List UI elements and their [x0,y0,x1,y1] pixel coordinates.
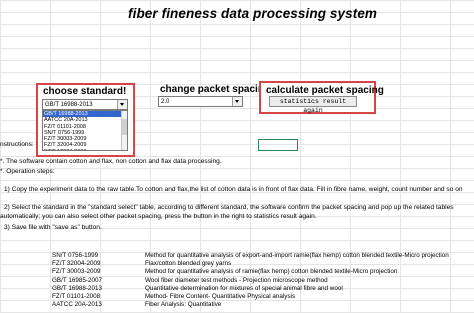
standard-code: GB/T 16988-2013 [52,284,102,292]
standard-description: Quantitative determination for mixtures … [145,284,343,292]
listbox-scrollbar[interactable] [121,111,127,150]
standard-description: Wool fiber diameter test methods - Proje… [145,276,328,284]
standard-select[interactable]: GB/T 16988-2013 [42,99,128,110]
packet-spacing-value: 2.0 [161,99,170,105]
standard-panel: choose standard! GB/T 16988-2013 GB/T 16… [36,83,135,157]
chevron-down-icon[interactable] [232,97,242,106]
standard-option[interactable]: FZ/T 12024-2009 [43,149,127,150]
instruction-step-3: 3) Save file with "save as" button. [4,224,102,231]
chevron-down-icon[interactable] [117,100,127,109]
instruction-line-2: *. Operation steps: [0,168,55,175]
packet-spacing-select[interactable]: 2.0 [158,96,243,107]
standard-description: Fiber Analysis: Quantitative [145,301,222,309]
standard-listbox[interactable]: GB/T 16988-2013 AATCC 20A-2013 FZ/T 01101-… [42,110,128,151]
scrollbar-thumb[interactable] [122,119,127,135]
standard-code: FZ/T 32004-2009 [52,260,101,268]
calculate-panel: calculate packet spacing statistics resu… [259,81,384,114]
standard-code: FZ/T 30003-2009 [52,268,101,276]
calculate-header: calculate packet spacing [266,85,384,96]
statistics-again-button[interactable]: statistics result again [269,96,357,114]
instruction-line-1: *. The software contain cotton and flax,… [0,158,222,165]
instruction-step-2-cont: automatically; you can also select other… [0,213,317,220]
packet-header: change packet spacing [160,84,271,95]
standard-description: Flax/cotton blended grey yarns [145,260,232,268]
standard-description: Method- Fibre Content- Quantitative Phys… [145,293,296,300]
page-title: fiber fineness data processing system [128,6,378,21]
standard-code: FZ/T 01101-2008 [52,293,101,300]
standard-description: Method for quantitative analysis of expo… [145,252,449,259]
active-cell[interactable] [258,139,298,151]
standard-header: choose standard! [43,86,127,97]
instruction-step-1: 1) Copy the experiment data to the raw t… [4,186,463,193]
instruction-step-2: 2) Select the standard in the "standard … [4,204,454,211]
standard-description: Method for quantitative analysis of rami… [145,268,398,276]
standard-code: AATCC 20A-2013 [52,301,102,309]
standard-code: SN/T 0756-1999 [52,252,99,259]
instructions-label: nstructions: [0,141,34,148]
standard-code: GB/T 16985-2007 [52,276,102,284]
standard-select-value: GB/T 16988-2013 [45,102,93,108]
